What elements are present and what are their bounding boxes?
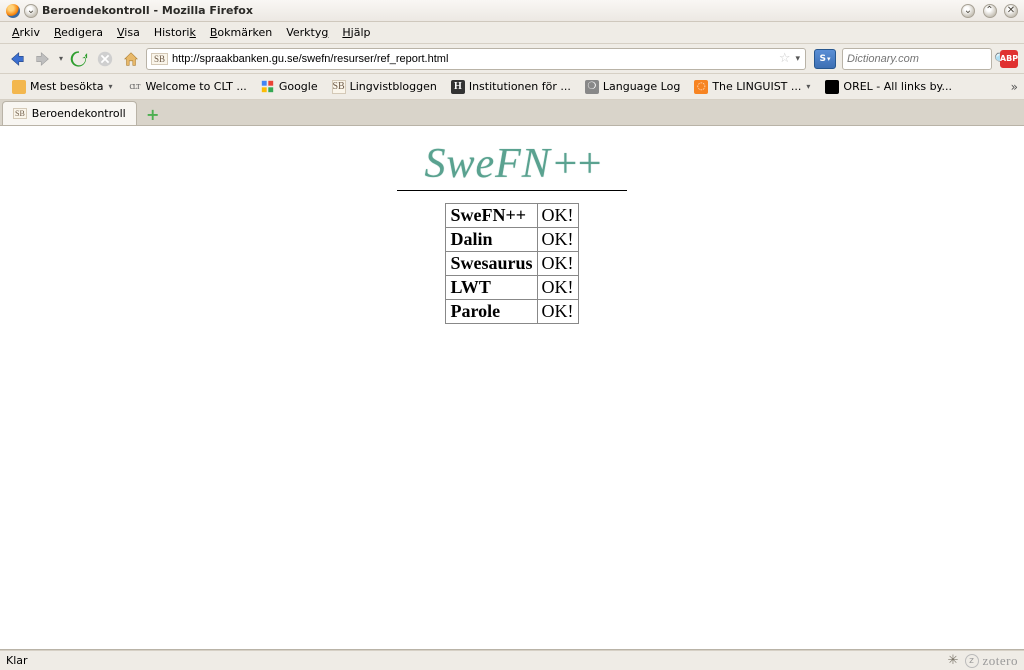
adblock-plus-icon[interactable]: ABP xyxy=(1000,50,1018,68)
bookmark-institutionen[interactable]: H Institutionen för ... xyxy=(445,78,577,96)
bookmark-label: Lingvistbloggen xyxy=(350,80,437,93)
maximize-button[interactable]: ⌃ xyxy=(983,4,997,18)
zotero-icon[interactable]: z xyxy=(965,654,979,668)
bookmark-clt[interactable]: cʟт Welcome to CLT ... xyxy=(121,78,252,96)
new-tab-button[interactable]: + xyxy=(141,103,165,125)
menu-file[interactable]: Arkiv xyxy=(6,24,46,41)
menu-help[interactable]: Hjälp xyxy=(336,24,376,41)
nav-toolbar: ▾ SB ☆ ▾ S▾ 🔍 ABP xyxy=(0,44,1024,74)
bookmark-label: Mest besökta xyxy=(30,80,103,93)
bookmark-most-visited[interactable]: Mest besökta ▾ xyxy=(6,78,119,96)
nav-history-dropdown[interactable]: ▾ xyxy=(58,54,64,63)
status-bar: Klar ✳ z zotero xyxy=(0,650,1024,670)
bookmark-label: Language Log xyxy=(603,80,680,93)
resource-status: OK! xyxy=(537,228,578,252)
menu-view[interactable]: Visa xyxy=(111,24,146,41)
back-button[interactable] xyxy=(6,48,28,70)
url-dropdown[interactable]: ▾ xyxy=(794,54,801,64)
brand-divider xyxy=(397,190,627,191)
tab-label: Beroendekontroll xyxy=(32,107,126,120)
folder-icon xyxy=(12,80,26,94)
bookmark-linguist[interactable]: ◌ The LINGUIST ... ▾ xyxy=(688,78,817,96)
bookmark-star-icon[interactable]: ☆ xyxy=(779,51,791,66)
resource-name: Parole xyxy=(446,300,537,324)
bookmark-label: OREL - All links by... xyxy=(843,80,952,93)
site-favicon: SB xyxy=(151,53,168,65)
table-row: SweFN++ OK! xyxy=(446,204,578,228)
firefox-icon xyxy=(6,4,20,18)
status-table: SweFN++ OK! Dalin OK! Swesaurus OK! LWT … xyxy=(445,203,578,324)
bookmark-label: Institutionen för ... xyxy=(469,80,571,93)
menu-edit[interactable]: Redigera xyxy=(48,24,109,41)
reload-button[interactable] xyxy=(68,48,90,70)
status-text: Klar xyxy=(6,654,28,667)
window-menu-icon[interactable]: ⌄ xyxy=(24,4,38,18)
resource-status: OK! xyxy=(537,252,578,276)
arrow-left-icon xyxy=(8,50,26,68)
institution-icon: H xyxy=(451,80,465,94)
orel-icon xyxy=(825,80,839,94)
resource-status: OK! xyxy=(537,300,578,324)
zotero-label[interactable]: zotero xyxy=(983,653,1018,669)
plus-icon: + xyxy=(146,105,159,124)
sb-icon: SB xyxy=(13,108,27,119)
forward-button[interactable] xyxy=(32,48,54,70)
resource-name: SweFN++ xyxy=(446,204,537,228)
bookmark-label: The LINGUIST ... xyxy=(712,80,801,93)
clt-icon: cʟт xyxy=(127,80,141,94)
table-row: Dalin OK! xyxy=(446,228,578,252)
resource-status: OK! xyxy=(537,204,578,228)
rss-icon: ◌ xyxy=(694,80,708,94)
bookmarks-toolbar: Mest besökta ▾ cʟт Welcome to CLT ... Go… xyxy=(0,74,1024,100)
page-viewport: SweFN++ SweFN++ OK! Dalin OK! Swesaurus … xyxy=(0,126,1024,650)
bookmark-label: Welcome to CLT ... xyxy=(145,80,246,93)
search-input[interactable] xyxy=(847,53,990,65)
window-titlebar: ⌄ Beroendekontroll - Mozilla Firefox ⌄ ⌃… xyxy=(0,0,1024,22)
bookmark-google[interactable]: Google xyxy=(255,78,324,96)
brand-text: SweFN xyxy=(424,141,550,187)
chevron-down-icon: ▾ xyxy=(107,82,113,91)
resource-name: Swesaurus xyxy=(446,252,537,276)
reload-icon xyxy=(70,50,88,68)
menu-tools[interactable]: Verktyg xyxy=(280,24,334,41)
brand-suffix: ++ xyxy=(551,141,600,187)
bookmarks-overflow[interactable]: » xyxy=(1011,80,1018,94)
home-icon xyxy=(122,50,140,68)
menu-bar: Arkiv Redigera Visa Historik Bokmärken V… xyxy=(0,22,1024,44)
menu-bookmarks[interactable]: Bokmärken xyxy=(204,24,278,41)
tab-beroendekontroll[interactable]: SB Beroendekontroll xyxy=(2,101,137,125)
search-engine-selector[interactable]: S▾ xyxy=(814,49,836,69)
stop-icon xyxy=(96,50,114,68)
table-row: Swesaurus OK! xyxy=(446,252,578,276)
bookmark-label: Google xyxy=(279,80,318,93)
close-button[interactable]: ✕ xyxy=(1004,4,1018,18)
resource-status: OK! xyxy=(537,276,578,300)
home-button[interactable] xyxy=(120,48,142,70)
tab-strip: SB Beroendekontroll + xyxy=(0,100,1024,126)
minimize-button[interactable]: ⌄ xyxy=(961,4,975,18)
url-bar[interactable]: SB ☆ ▾ xyxy=(146,48,806,70)
table-row: LWT OK! xyxy=(446,276,578,300)
firebug-icon[interactable]: ✳ xyxy=(948,653,959,668)
sb-icon: SB xyxy=(332,80,346,94)
search-bar[interactable]: 🔍 xyxy=(842,48,992,70)
url-input[interactable] xyxy=(172,53,775,65)
bookmark-lingvistbloggen[interactable]: SB Lingvistbloggen xyxy=(326,78,443,96)
window-title: Beroendekontroll - Mozilla Firefox xyxy=(42,4,253,17)
bookmark-orel[interactable]: OREL - All links by... xyxy=(819,78,958,96)
page-brand: SweFN++ xyxy=(424,140,599,188)
chevron-down-icon: ▾ xyxy=(805,82,811,91)
resource-name: Dalin xyxy=(446,228,537,252)
resource-name: LWT xyxy=(446,276,537,300)
language-log-icon: ❍ xyxy=(585,80,599,94)
menu-history[interactable]: Historik xyxy=(148,24,202,41)
table-row: Parole OK! xyxy=(446,300,578,324)
google-icon xyxy=(261,80,275,94)
arrow-right-icon xyxy=(34,50,52,68)
stop-button[interactable] xyxy=(94,48,116,70)
bookmark-language-log[interactable]: ❍ Language Log xyxy=(579,78,686,96)
